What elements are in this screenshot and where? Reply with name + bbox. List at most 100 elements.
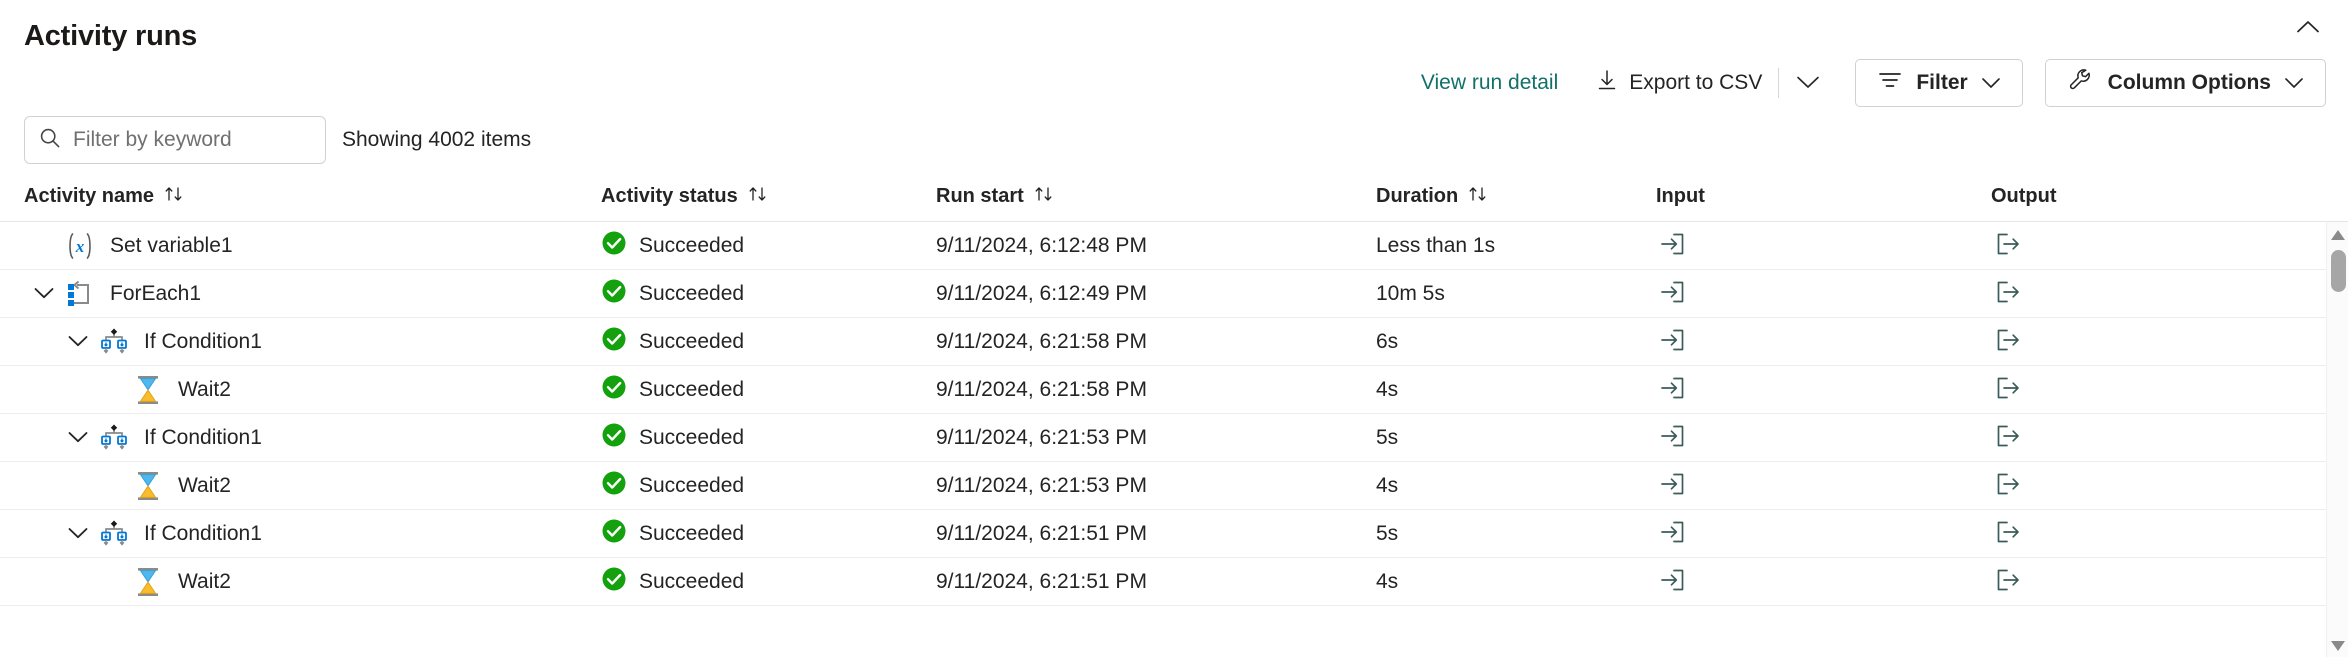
cell-output bbox=[1991, 468, 2291, 503]
view-input-button[interactable] bbox=[1656, 324, 1690, 359]
view-run-detail-link[interactable]: View run detail bbox=[1409, 63, 1570, 103]
column-header-label: Activity status bbox=[601, 185, 738, 208]
search-box[interactable] bbox=[24, 116, 326, 164]
output-arrow-icon bbox=[1995, 472, 2021, 499]
view-output-button[interactable] bbox=[1991, 420, 2025, 455]
cell-activity-name: xSet variable1 bbox=[24, 230, 601, 262]
filter-row: Showing 4002 items bbox=[24, 116, 531, 164]
table-row[interactable]: Wait2Succeeded9/11/2024, 6:21:53 PM4s bbox=[0, 462, 2348, 510]
command-divider bbox=[1778, 68, 1779, 98]
cell-run-start: 9/11/2024, 6:21:58 PM bbox=[936, 330, 1376, 354]
cell-output bbox=[1991, 420, 2291, 455]
cell-activity-status: Succeeded bbox=[601, 422, 936, 454]
activity-name-label: Set variable1 bbox=[110, 234, 233, 258]
view-output-button[interactable] bbox=[1991, 372, 2025, 407]
filter-label: Filter bbox=[1916, 71, 1967, 95]
scroll-down-arrow-icon[interactable] bbox=[2327, 635, 2348, 657]
status-badge: Succeeded bbox=[639, 426, 744, 450]
table-row[interactable]: If Condition1Succeeded9/11/2024, 6:21:58… bbox=[0, 318, 2348, 366]
output-arrow-icon bbox=[1995, 376, 2021, 403]
view-input-button[interactable] bbox=[1656, 564, 1690, 599]
cell-run-start: 9/11/2024, 6:12:49 PM bbox=[936, 282, 1376, 306]
view-output-button[interactable] bbox=[1991, 276, 2025, 311]
cell-input bbox=[1656, 372, 1991, 407]
cell-duration: 5s bbox=[1376, 522, 1656, 546]
status-badge: Succeeded bbox=[639, 474, 744, 498]
command-bar: View run detail Export to CSV Filter bbox=[1409, 56, 2326, 110]
collapse-panel-button[interactable] bbox=[2286, 8, 2330, 48]
cell-run-start: 9/11/2024, 6:21:53 PM bbox=[936, 474, 1376, 498]
cell-output bbox=[1991, 564, 2291, 599]
view-output-button[interactable] bbox=[1991, 324, 2025, 359]
view-output-button[interactable] bbox=[1991, 468, 2025, 503]
cell-activity-status: Succeeded bbox=[601, 374, 936, 406]
export-options-caret-button[interactable] bbox=[1783, 67, 1833, 100]
table-row[interactable]: Wait2Succeeded9/11/2024, 6:21:58 PM4s bbox=[0, 366, 2348, 414]
row-expand-toggle[interactable] bbox=[24, 274, 64, 314]
cell-duration: 6s bbox=[1376, 330, 1656, 354]
column-header-label: Output bbox=[1991, 185, 2057, 208]
view-input-button[interactable] bbox=[1656, 276, 1690, 311]
row-expand-toggle[interactable] bbox=[58, 322, 98, 362]
column-header-activity-status[interactable]: Activity status bbox=[601, 185, 768, 209]
cell-input bbox=[1656, 516, 1991, 551]
input-arrow-icon bbox=[1660, 376, 1686, 403]
search-input[interactable] bbox=[73, 128, 311, 152]
chevron-down-icon bbox=[1797, 75, 1819, 92]
cell-activity-name: Wait2 bbox=[24, 566, 601, 598]
column-header-run-start[interactable]: Run start bbox=[936, 185, 1054, 209]
scrollbar-thumb[interactable] bbox=[2331, 250, 2346, 292]
scroll-up-arrow-icon[interactable] bbox=[2327, 224, 2348, 246]
view-input-button[interactable] bbox=[1656, 516, 1690, 551]
cell-input bbox=[1656, 420, 1991, 455]
cell-run-start: 9/11/2024, 6:12:48 PM bbox=[936, 234, 1376, 258]
success-check-icon bbox=[601, 470, 627, 502]
table-row[interactable]: If Condition1Succeeded9/11/2024, 6:21:51… bbox=[0, 510, 2348, 558]
column-header-duration[interactable]: Duration bbox=[1376, 185, 1488, 209]
view-output-button[interactable] bbox=[1991, 228, 2025, 263]
row-expand-toggle[interactable] bbox=[58, 514, 98, 554]
showing-count-label: Showing 4002 items bbox=[342, 128, 531, 152]
cell-activity-status: Succeeded bbox=[601, 566, 936, 598]
cell-output bbox=[1991, 276, 2291, 311]
status-badge: Succeeded bbox=[639, 378, 744, 402]
view-output-button[interactable] bbox=[1991, 516, 2025, 551]
foreach-loop-icon bbox=[64, 278, 96, 310]
column-options-button[interactable]: Column Options bbox=[2045, 59, 2326, 107]
column-header-label: Input bbox=[1656, 185, 1705, 208]
cell-activity-status: Succeeded bbox=[601, 230, 936, 262]
activity-runs-table: Activity name Activity status Run start bbox=[0, 172, 2348, 657]
cell-input bbox=[1656, 468, 1991, 503]
view-input-button[interactable] bbox=[1656, 420, 1690, 455]
table-row[interactable]: If Condition1 Succeeded 9/11/2024, 6:21:53… bbox=[0, 414, 2348, 462]
cell-run-start: 9/11/2024, 6:21:51 PM bbox=[936, 522, 1376, 546]
if-condition-icon bbox=[98, 422, 130, 454]
table-row[interactable]: xSet variable1Succeeded9/11/2024, 6:12:4… bbox=[0, 222, 2348, 270]
export-to-csv-button[interactable]: Export to CSV bbox=[1584, 60, 1774, 106]
activity-name-label: If Condition1 bbox=[144, 426, 262, 450]
activity-name-label: Wait2 bbox=[178, 474, 231, 498]
view-output-button[interactable] bbox=[1991, 564, 2025, 599]
vertical-scrollbar[interactable] bbox=[2326, 222, 2348, 657]
sort-arrows-icon bbox=[1468, 185, 1488, 209]
chevron-up-icon bbox=[2297, 20, 2319, 37]
success-check-icon bbox=[601, 518, 627, 550]
activity-runs-panel: Activity runs View run detail Export to … bbox=[0, 0, 2348, 657]
column-header-input[interactable]: Input bbox=[1656, 185, 1705, 208]
column-header-label: Run start bbox=[936, 185, 1024, 208]
view-input-button[interactable] bbox=[1656, 468, 1690, 503]
view-input-button[interactable] bbox=[1656, 228, 1690, 263]
cell-run-start: 9/11/2024, 6:21:53 PM bbox=[936, 426, 1376, 450]
filter-button[interactable]: Filter bbox=[1855, 59, 2022, 107]
column-header-output[interactable]: Output bbox=[1991, 185, 2057, 208]
success-check-icon bbox=[601, 566, 627, 598]
view-input-button[interactable] bbox=[1656, 372, 1690, 407]
success-check-icon bbox=[601, 374, 627, 406]
table-row[interactable]: ForEach1Succeeded9/11/2024, 6:12:49 PM10… bbox=[0, 270, 2348, 318]
search-icon bbox=[39, 127, 61, 154]
success-check-icon bbox=[601, 326, 627, 358]
wrench-icon bbox=[2068, 67, 2094, 99]
column-header-activity-name[interactable]: Activity name bbox=[24, 185, 184, 209]
row-expand-toggle[interactable] bbox=[58, 418, 98, 458]
table-row[interactable]: Wait2Succeeded9/11/2024, 6:21:51 PM4s bbox=[0, 558, 2348, 606]
